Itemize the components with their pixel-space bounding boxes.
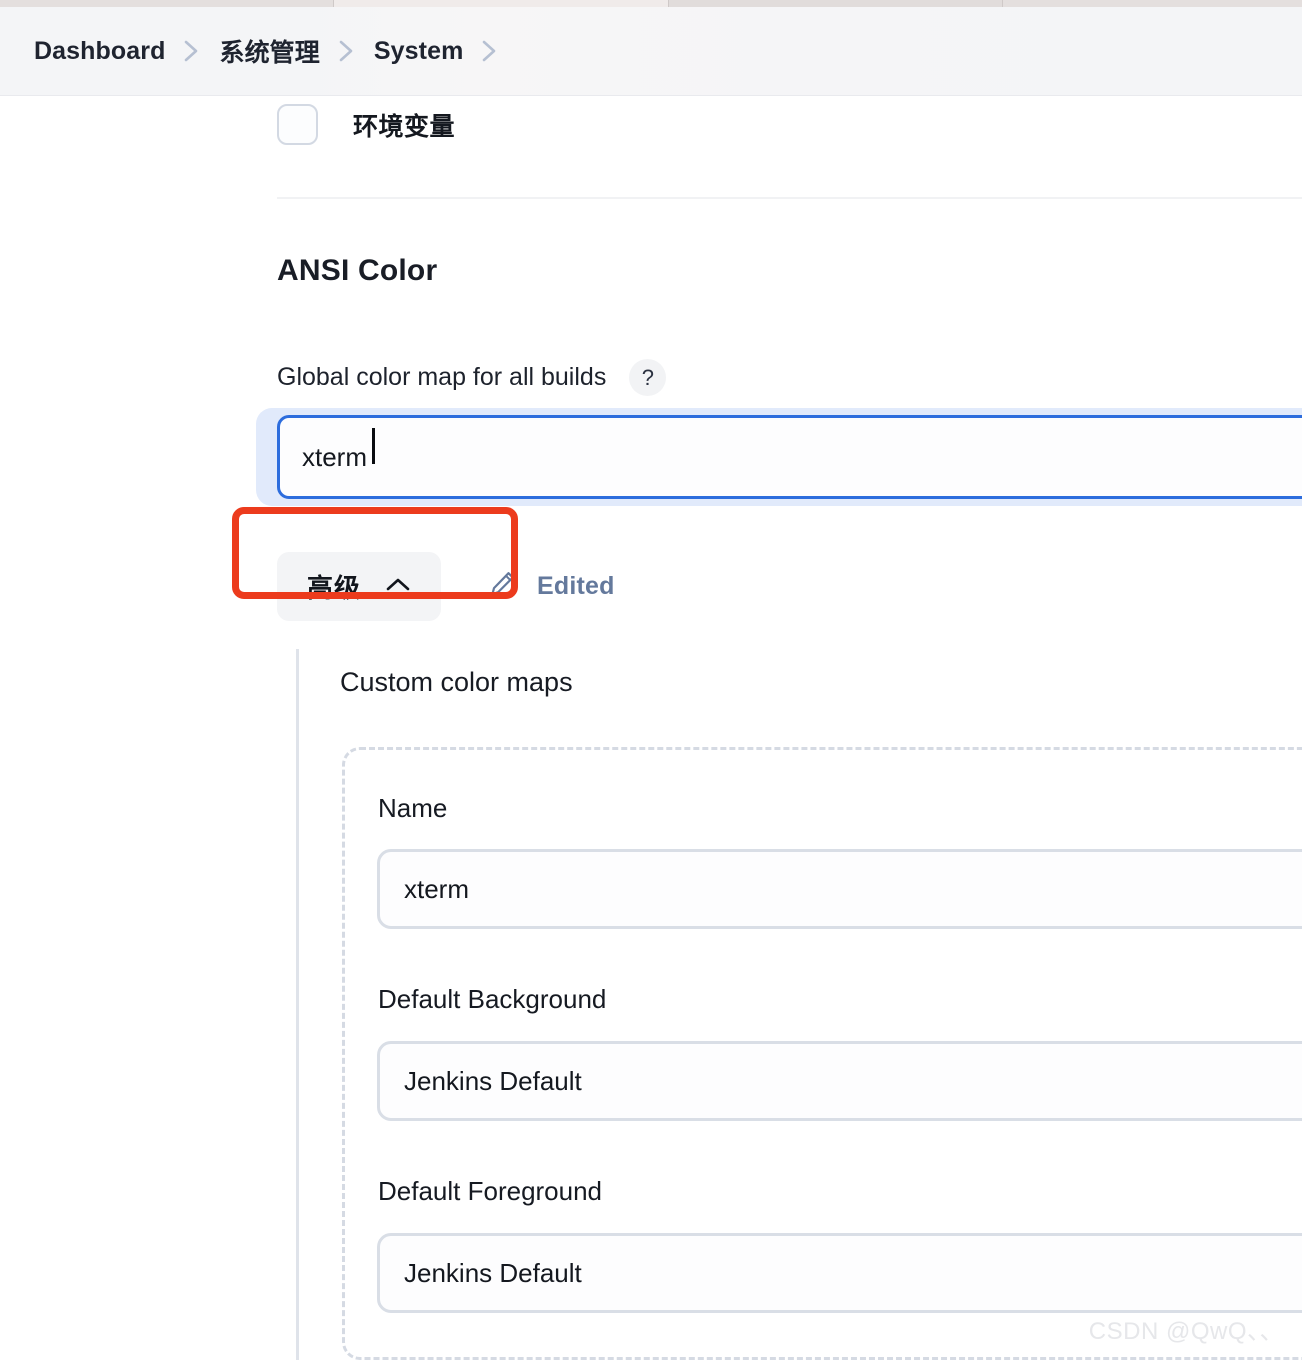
advanced-button-label: 高级: [307, 573, 362, 603]
breadcrumb-item-system[interactable]: System: [374, 37, 464, 66]
chevron-right-icon: [181, 38, 203, 64]
edited-label: Edited: [537, 572, 615, 600]
chevron-up-icon: [385, 577, 411, 596]
default-foreground-input[interactable]: [377, 1233, 1302, 1313]
global-color-map-label: Global color map for all builds: [277, 363, 607, 391]
breadcrumb-item-system-management[interactable]: 系统管理: [219, 33, 319, 69]
advanced-section-rail: [296, 649, 299, 1360]
name-input[interactable]: [377, 849, 1302, 929]
browser-tab-active[interactable]: [334, 0, 669, 7]
chevron-right-icon: [479, 38, 501, 64]
env-variable-checkbox[interactable]: [277, 104, 318, 145]
help-icon[interactable]: ?: [629, 359, 667, 396]
csdn-watermark: CSDN @QwQ、、: [1088, 1318, 1284, 1345]
pencil-icon: [487, 569, 517, 604]
custom-color-maps-title: Custom color maps: [340, 667, 573, 697]
page-root: Dashboard 系统管理 System 环境变量 ANSI Color Gl…: [0, 0, 1302, 1360]
advanced-toggle-button[interactable]: 高级: [277, 552, 442, 621]
breadcrumb: Dashboard 系统管理 System: [0, 7, 1302, 96]
default-background-field-label: Default Background: [378, 984, 607, 1014]
browser-tab-strip: [0, 0, 1302, 7]
default-background-input[interactable]: [377, 1041, 1302, 1121]
text-caret: [372, 428, 375, 464]
breadcrumb-item-dashboard[interactable]: Dashboard: [34, 37, 165, 66]
ansi-color-section-title: ANSI Color: [277, 254, 438, 287]
name-field-label: Name: [378, 793, 448, 823]
global-color-map-input[interactable]: [277, 415, 1302, 499]
chevron-right-icon: [336, 38, 358, 64]
global-color-map-label-row: Global color map for all builds ?: [277, 359, 667, 396]
browser-tab-inactive-left[interactable]: [0, 0, 334, 7]
global-color-map-input-wrap: [256, 408, 1302, 506]
default-foreground-field-label: Default Foreground: [378, 1176, 603, 1206]
env-variable-label: 环境变量: [353, 112, 456, 141]
env-variable-checkbox-row[interactable]: 环境变量: [277, 104, 455, 145]
section-divider: [277, 197, 1302, 199]
advanced-row: 高级 Edited: [277, 552, 615, 621]
browser-tab-inactive-far-right[interactable]: [1003, 0, 1302, 7]
main-content: 环境变量 ANSI Color Global color map for all…: [0, 96, 1302, 1360]
edited-status[interactable]: Edited: [487, 569, 615, 604]
browser-tab-inactive-right[interactable]: [669, 0, 1003, 7]
